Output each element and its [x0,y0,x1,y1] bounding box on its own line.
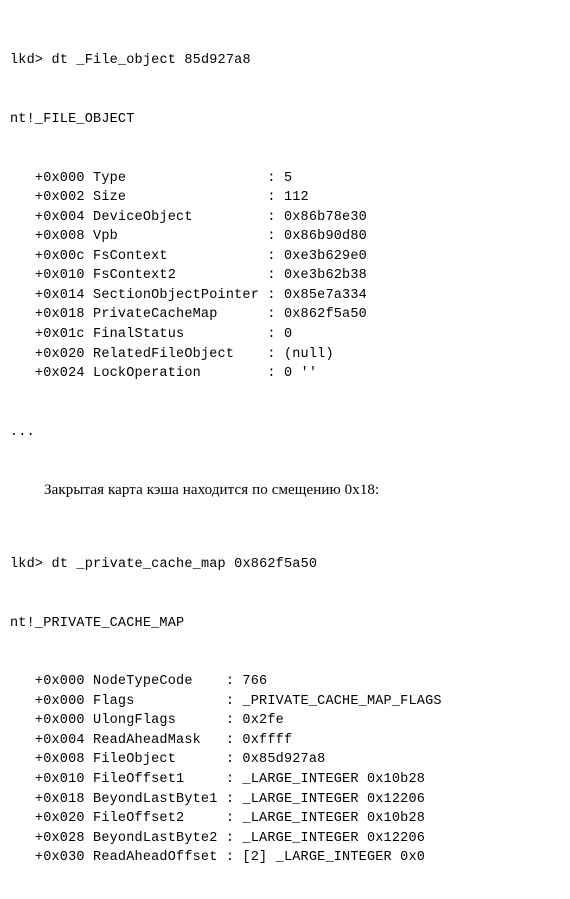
struct-field: +0x000 Type : 5 [10,169,560,189]
prompt-2: lkd> [10,557,43,572]
struct-field: +0x000 UlongFlags : 0x2fe [10,711,560,731]
struct-field: +0x01c FinalStatus : 0 [10,325,560,345]
debug-output-block-1: lkd> dt _File_object 85d927a8 nt!_FILE_O… [10,12,560,462]
struct-field: +0x018 PrivateCacheMap : 0x862f5a50 [10,305,560,325]
struct-field: +0x000 Flags : _PRIVATE_CACHE_MAP_FLAGS [10,692,560,712]
debug-output-block-2: lkd> dt _private_cache_map 0x862f5a50 nt… [10,516,560,888]
struct-header-1: nt!_FILE_OBJECT [10,110,560,130]
struct-field: +0x004 ReadAheadMask : 0xffff [10,731,560,751]
struct-field: +0x024 LockOperation : 0 '' [10,364,560,384]
prompt-1: lkd> [10,53,43,68]
struct-field: +0x020 RelatedFileObject : (null) [10,345,560,365]
struct-field: +0x010 FileOffset1 : _LARGE_INTEGER 0x10… [10,770,560,790]
struct-field: +0x014 SectionObjectPointer : 0x85e7a334 [10,286,560,306]
struct-field: +0x008 FileObject : 0x85d927a8 [10,750,560,770]
struct-field: +0x000 NodeTypeCode : 766 [10,672,560,692]
struct-field: +0x018 BeyondLastByte1 : _LARGE_INTEGER … [10,790,560,810]
struct-field: +0x00c FsContext : 0xe3b629e0 [10,247,560,267]
struct-header-2: nt!_PRIVATE_CACHE_MAP [10,614,560,634]
struct-field: +0x028 BeyondLastByte2 : _LARGE_INTEGER … [10,829,560,849]
command-1: dt _File_object 85d927a8 [52,53,251,68]
command-line-1: lkd> dt _File_object 85d927a8 [10,51,560,71]
command-2: dt _private_cache_map 0x862f5a50 [52,557,318,572]
struct-field: +0x002 Size : 112 [10,188,560,208]
struct-field: +0x020 FileOffset2 : _LARGE_INTEGER 0x10… [10,809,560,829]
struct-field: +0x008 Vpb : 0x86b90d80 [10,227,560,247]
prose-line: Закрытая карта кэша находится по смещени… [44,480,560,502]
struct-field: +0x030 ReadAheadOffset : [2] _LARGE_INTE… [10,848,560,868]
struct-field: +0x010 FsContext2 : 0xe3b62b38 [10,266,560,286]
struct-field: +0x004 DeviceObject : 0x86b78e30 [10,208,560,228]
command-line-2: lkd> dt _private_cache_map 0x862f5a50 [10,555,560,575]
ellipsis: ... [10,423,560,443]
